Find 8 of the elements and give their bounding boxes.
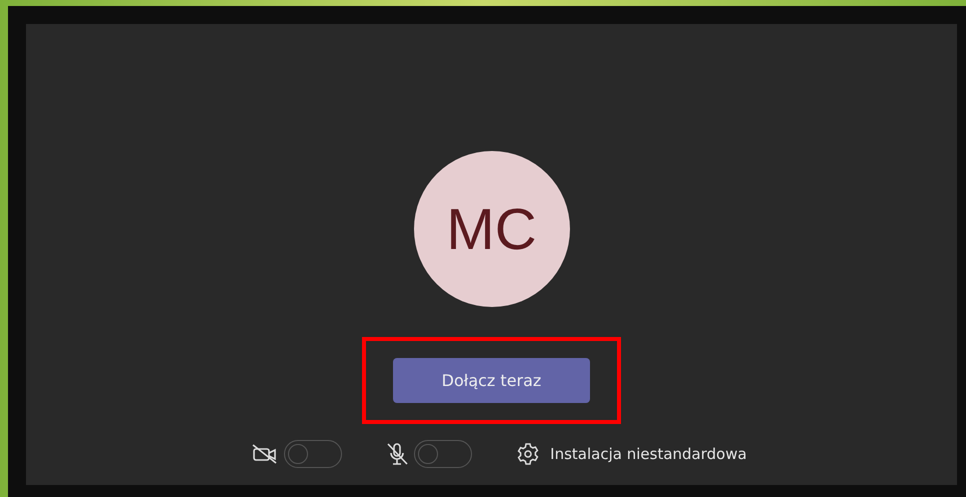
avatar: MC: [414, 151, 570, 307]
join-button[interactable]: Dołącz teraz: [393, 358, 590, 403]
microphone-off-icon: [386, 442, 408, 466]
microphone-toggle[interactable]: [414, 440, 472, 468]
settings-icon: [516, 442, 540, 466]
camera-toggle[interactable]: [284, 440, 342, 468]
custom-setup-button[interactable]: Instalacja niestandardowa: [516, 442, 747, 466]
camera-off-icon: [252, 444, 278, 464]
